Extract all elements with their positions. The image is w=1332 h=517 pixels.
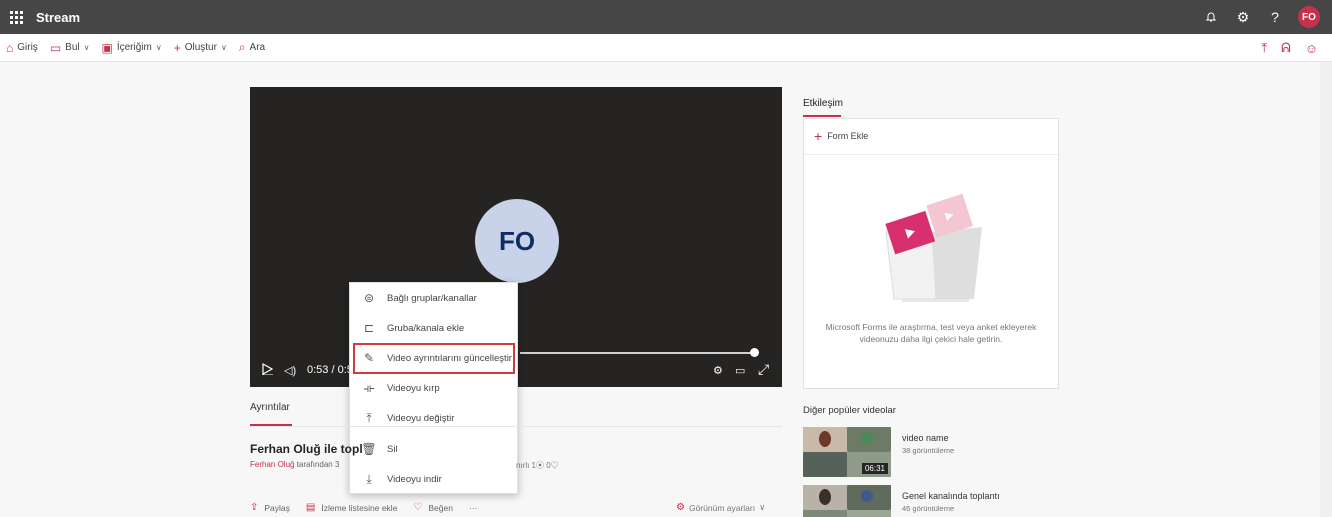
plus-icon: +: [814, 128, 823, 144]
home-icon: ⌂: [6, 40, 14, 55]
linked-groups-icon: ⊜: [363, 291, 375, 306]
add-form-button[interactable]: + Form Ekle: [814, 128, 869, 144]
tab-active-indicator: [803, 115, 841, 117]
app-launcher-icon[interactable]: [0, 0, 32, 34]
other-video-title[interactable]: video name: [902, 433, 949, 443]
page-scrollbar[interactable]: [1320, 62, 1332, 517]
trim-icon: ⟛: [363, 381, 375, 396]
watchlist-button[interactable]: İzleme listesine ekle: [321, 503, 397, 513]
video-stats: nırlı 1⦿ 0♡: [516, 461, 559, 470]
video-title: Ferhan Oluğ ile topl: [250, 442, 363, 456]
heart-icon: ♡: [413, 502, 423, 513]
tab-interaction[interactable]: Etkileşim: [803, 98, 843, 109]
trash-icon: 🗑: [361, 442, 377, 457]
replace-icon: ⤒: [366, 411, 372, 426]
nav-item-create[interactable]: + Oluştur ∨: [174, 41, 227, 55]
menu-item-replace-video[interactable]: ⤒ Videoyu değiştir: [350, 404, 517, 434]
view-settings-button[interactable]: ⚙ Görünüm ayarları ∨: [676, 502, 765, 513]
time-display: 0:53 / 0:5: [307, 364, 353, 376]
nav-item-search[interactable]: ⌕ Ara: [239, 40, 265, 55]
owner-link[interactable]: Ferhan Oluğ: [250, 460, 294, 469]
my-content-icon: ▣: [101, 40, 113, 55]
watchlist-icon: ▤: [305, 502, 316, 513]
tab-divider: [250, 426, 782, 427]
plus-icon: +: [173, 40, 181, 55]
chevron-down-icon: ∨: [220, 43, 227, 52]
share-button[interactable]: Paylaş: [264, 503, 290, 513]
chevron-down-icon: ∨: [759, 502, 766, 512]
menu-item-label: Sil: [387, 443, 398, 455]
add-form-label: Form Ekle: [827, 131, 869, 141]
menu-item-update-details[interactable]: ✎ Video ayrıntılarını güncelleştir: [353, 343, 515, 374]
other-video-title[interactable]: Genel kanalında toplantı: [902, 491, 1000, 501]
progress-knob[interactable]: [750, 348, 759, 357]
view-settings-label: Görünüm ayarları: [688, 502, 756, 513]
nav-label: İçeriğim: [116, 42, 152, 53]
people-icon[interactable]: ᕱ: [1281, 40, 1291, 56]
menu-item-label: Videoyu kırp: [387, 383, 440, 395]
forms-illustration: [885, 193, 982, 302]
nav-label: Ara: [249, 42, 266, 53]
nav-item-discover[interactable]: ▭ Bul ∨: [50, 41, 90, 55]
volume-icon[interactable]: ◁): [284, 364, 296, 377]
other-video-views: 38 görüntüleme: [902, 446, 955, 455]
share-icon: ⇪: [250, 502, 259, 513]
video-byline: Ferhan Oluğ tarafından 3: [250, 460, 339, 469]
nav-label: Bul: [65, 42, 80, 53]
feedback-smiley-icon[interactable]: ☺: [1305, 41, 1318, 56]
settings-gear-icon[interactable]: ⚙: [1234, 8, 1252, 26]
help-icon[interactable]: ?: [1266, 8, 1284, 26]
pencil-icon: ✎: [363, 351, 375, 366]
add-to-group-icon: ⊏: [363, 321, 375, 336]
video-actions: ⇪ Paylaş ▤ İzleme listesine ekle ♡ Beğen…: [250, 502, 477, 513]
menu-item-label: Bağlı gruplar/kanallar: [387, 292, 477, 304]
divider: [804, 154, 1058, 155]
nav-bar: ⌂ Giriş ▭ Bul ∨ ▣ İçeriğim ∨ + Oluştur ∨…: [0, 34, 1332, 62]
player-settings-icon[interactable]: ⚙: [713, 364, 723, 377]
video-thumbnail[interactable]: [803, 485, 891, 517]
discover-icon: ▭: [49, 40, 62, 55]
more-options-menu: ⊜ Bağlı gruplar/kanallar ⊏ Gruba/kanala …: [349, 282, 518, 494]
menu-item-label: Gruba/kanala ekle: [387, 322, 465, 334]
other-videos-heading: Diğer popüler videolar: [803, 405, 896, 416]
more-options-button[interactable]: ···: [469, 503, 478, 513]
chevron-down-icon: ∨: [83, 43, 90, 52]
menu-item-label: Videoyu değiştir: [387, 413, 455, 425]
video-duration: 06:31: [861, 463, 888, 474]
interaction-panel: + Form Ekle Microsoft Forms ile araştırm…: [803, 118, 1059, 389]
progress-bar[interactable]: [520, 352, 756, 354]
top-bar: Stream ⚙ ? FO: [0, 0, 1332, 34]
other-video-views: 46 görüntüleme: [902, 504, 955, 513]
settings-gear-icon: ⚙: [676, 502, 685, 513]
video-owner-avatar: FO: [475, 199, 559, 283]
video-thumbnail[interactable]: 06:31: [803, 427, 891, 477]
download-icon: ⤓: [366, 471, 372, 486]
menu-item-label: Videoyu indir: [387, 473, 442, 485]
menu-item-delete[interactable]: 🗑 Sil: [350, 434, 517, 464]
menu-item-trim-video[interactable]: ⟛ Videoyu kırp: [350, 374, 517, 404]
search-icon: ⌕: [238, 40, 246, 54]
menu-item-label: Video ayrıntılarını güncelleştir: [387, 352, 512, 364]
menu-item-add-to-group[interactable]: ⊏ Gruba/kanala ekle: [350, 313, 517, 343]
play-icon[interactable]: [262, 363, 273, 375]
like-button[interactable]: Beğen: [428, 503, 453, 513]
byline-rest: tarafından 3: [294, 460, 340, 469]
captions-icon[interactable]: ▭: [735, 364, 745, 377]
menu-item-download[interactable]: ⤓ Videoyu indir: [350, 464, 517, 494]
nav-label: Giriş: [17, 42, 38, 53]
chevron-down-icon: ∨: [155, 43, 162, 52]
notification-bell-icon[interactable]: [1202, 8, 1220, 26]
fullscreen-icon[interactable]: ⤢: [758, 361, 769, 378]
nav-item-my-content[interactable]: ▣ İçeriğim ∨: [101, 41, 161, 55]
menu-item-linked-groups[interactable]: ⊜ Bağlı gruplar/kanallar: [350, 283, 517, 313]
app-title[interactable]: Stream: [36, 10, 80, 25]
upload-icon[interactable]: ⤒: [1261, 40, 1267, 56]
forms-description: Microsoft Forms ile araştırma, test veya…: [825, 322, 1037, 344]
nav-label: Oluştur: [184, 42, 217, 53]
user-avatar[interactable]: FO: [1298, 6, 1320, 28]
nav-item-home[interactable]: ⌂ Giriş: [6, 41, 38, 55]
tab-details[interactable]: Ayrıntılar: [250, 402, 290, 413]
